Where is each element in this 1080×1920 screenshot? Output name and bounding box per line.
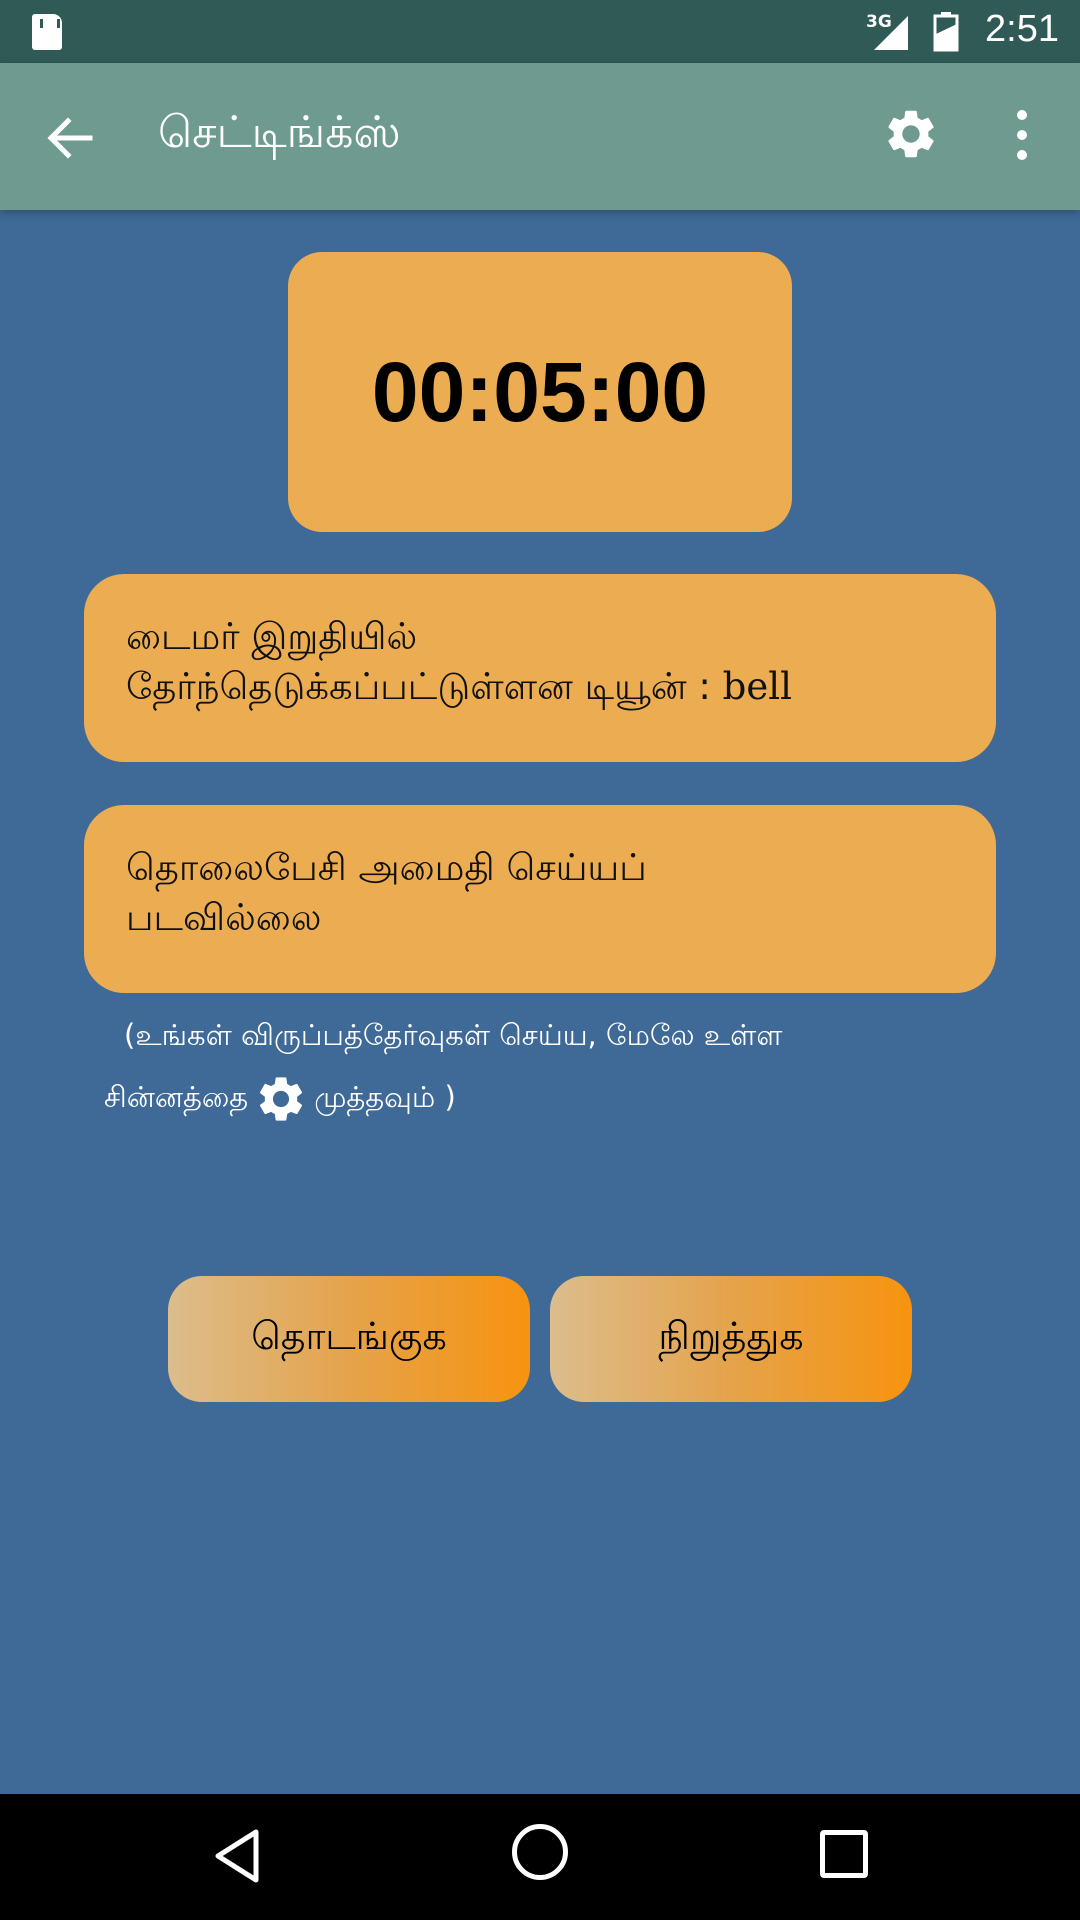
hint-line2: சின்னத்தை முத்தவும் ): [104, 1072, 456, 1126]
settings-gear-icon[interactable]: [882, 105, 940, 163]
silent-mode-line2: படவில்லை: [126, 896, 322, 939]
timer-value: 00:05:00: [371, 344, 709, 439]
page-title: செட்டிங்க்ஸ்: [158, 107, 401, 158]
silent-mode-card[interactable]: தொலைபேசி அமைதி செய்யப் படவில்லை: [84, 805, 996, 993]
navigation-bar: [0, 1794, 1080, 1920]
nav-recents-icon[interactable]: [820, 1830, 868, 1878]
gear-icon: [260, 1077, 303, 1121]
tune-info-line2: தேர்ந்தெடுக்கப்பட்டுள்ளன டியூன் : bell: [126, 662, 956, 712]
signal-icon: [874, 16, 908, 50]
tune-info-line1: டைமர் இறுதியில்: [126, 615, 418, 658]
nav-back-icon[interactable]: [210, 1826, 270, 1886]
status-bar: 3G 2:51: [0, 0, 1080, 63]
tune-value: bell: [722, 665, 792, 708]
start-button[interactable]: தொடங்குக: [168, 1276, 530, 1402]
app-bar: செட்டிங்க்ஸ்: [0, 63, 1080, 210]
tune-info-card[interactable]: டைமர் இறுதியில் தேர்ந்தெடுக்கப்பட்டுள்ளன…: [84, 574, 996, 762]
silent-mode-line1: தொலைபேசி அமைதி செய்யப்: [126, 846, 647, 889]
hint-line2-after: முத்தவும் ): [314, 1080, 456, 1114]
stop-button[interactable]: நிறுத்துக: [550, 1276, 912, 1402]
nav-home-icon[interactable]: [512, 1824, 568, 1880]
sd-card-icon: [32, 14, 62, 50]
hint-line2-before: சின்னத்தை: [104, 1080, 249, 1114]
timer-display-card[interactable]: 00:05:00: [288, 252, 792, 532]
tune-info-prefix: தேர்ந்தெடுக்கப்பட்டுள்ளன டியூன் :: [126, 665, 723, 708]
status-clock: 2:51: [985, 8, 1059, 50]
hint-line1: (உங்கள் விருப்பத்தேர்வுகள் செய்ய, மேலே உ…: [124, 1018, 783, 1052]
more-options-icon[interactable]: [1002, 107, 1042, 163]
battery-icon: [933, 12, 959, 52]
back-arrow-icon[interactable]: [44, 113, 94, 163]
